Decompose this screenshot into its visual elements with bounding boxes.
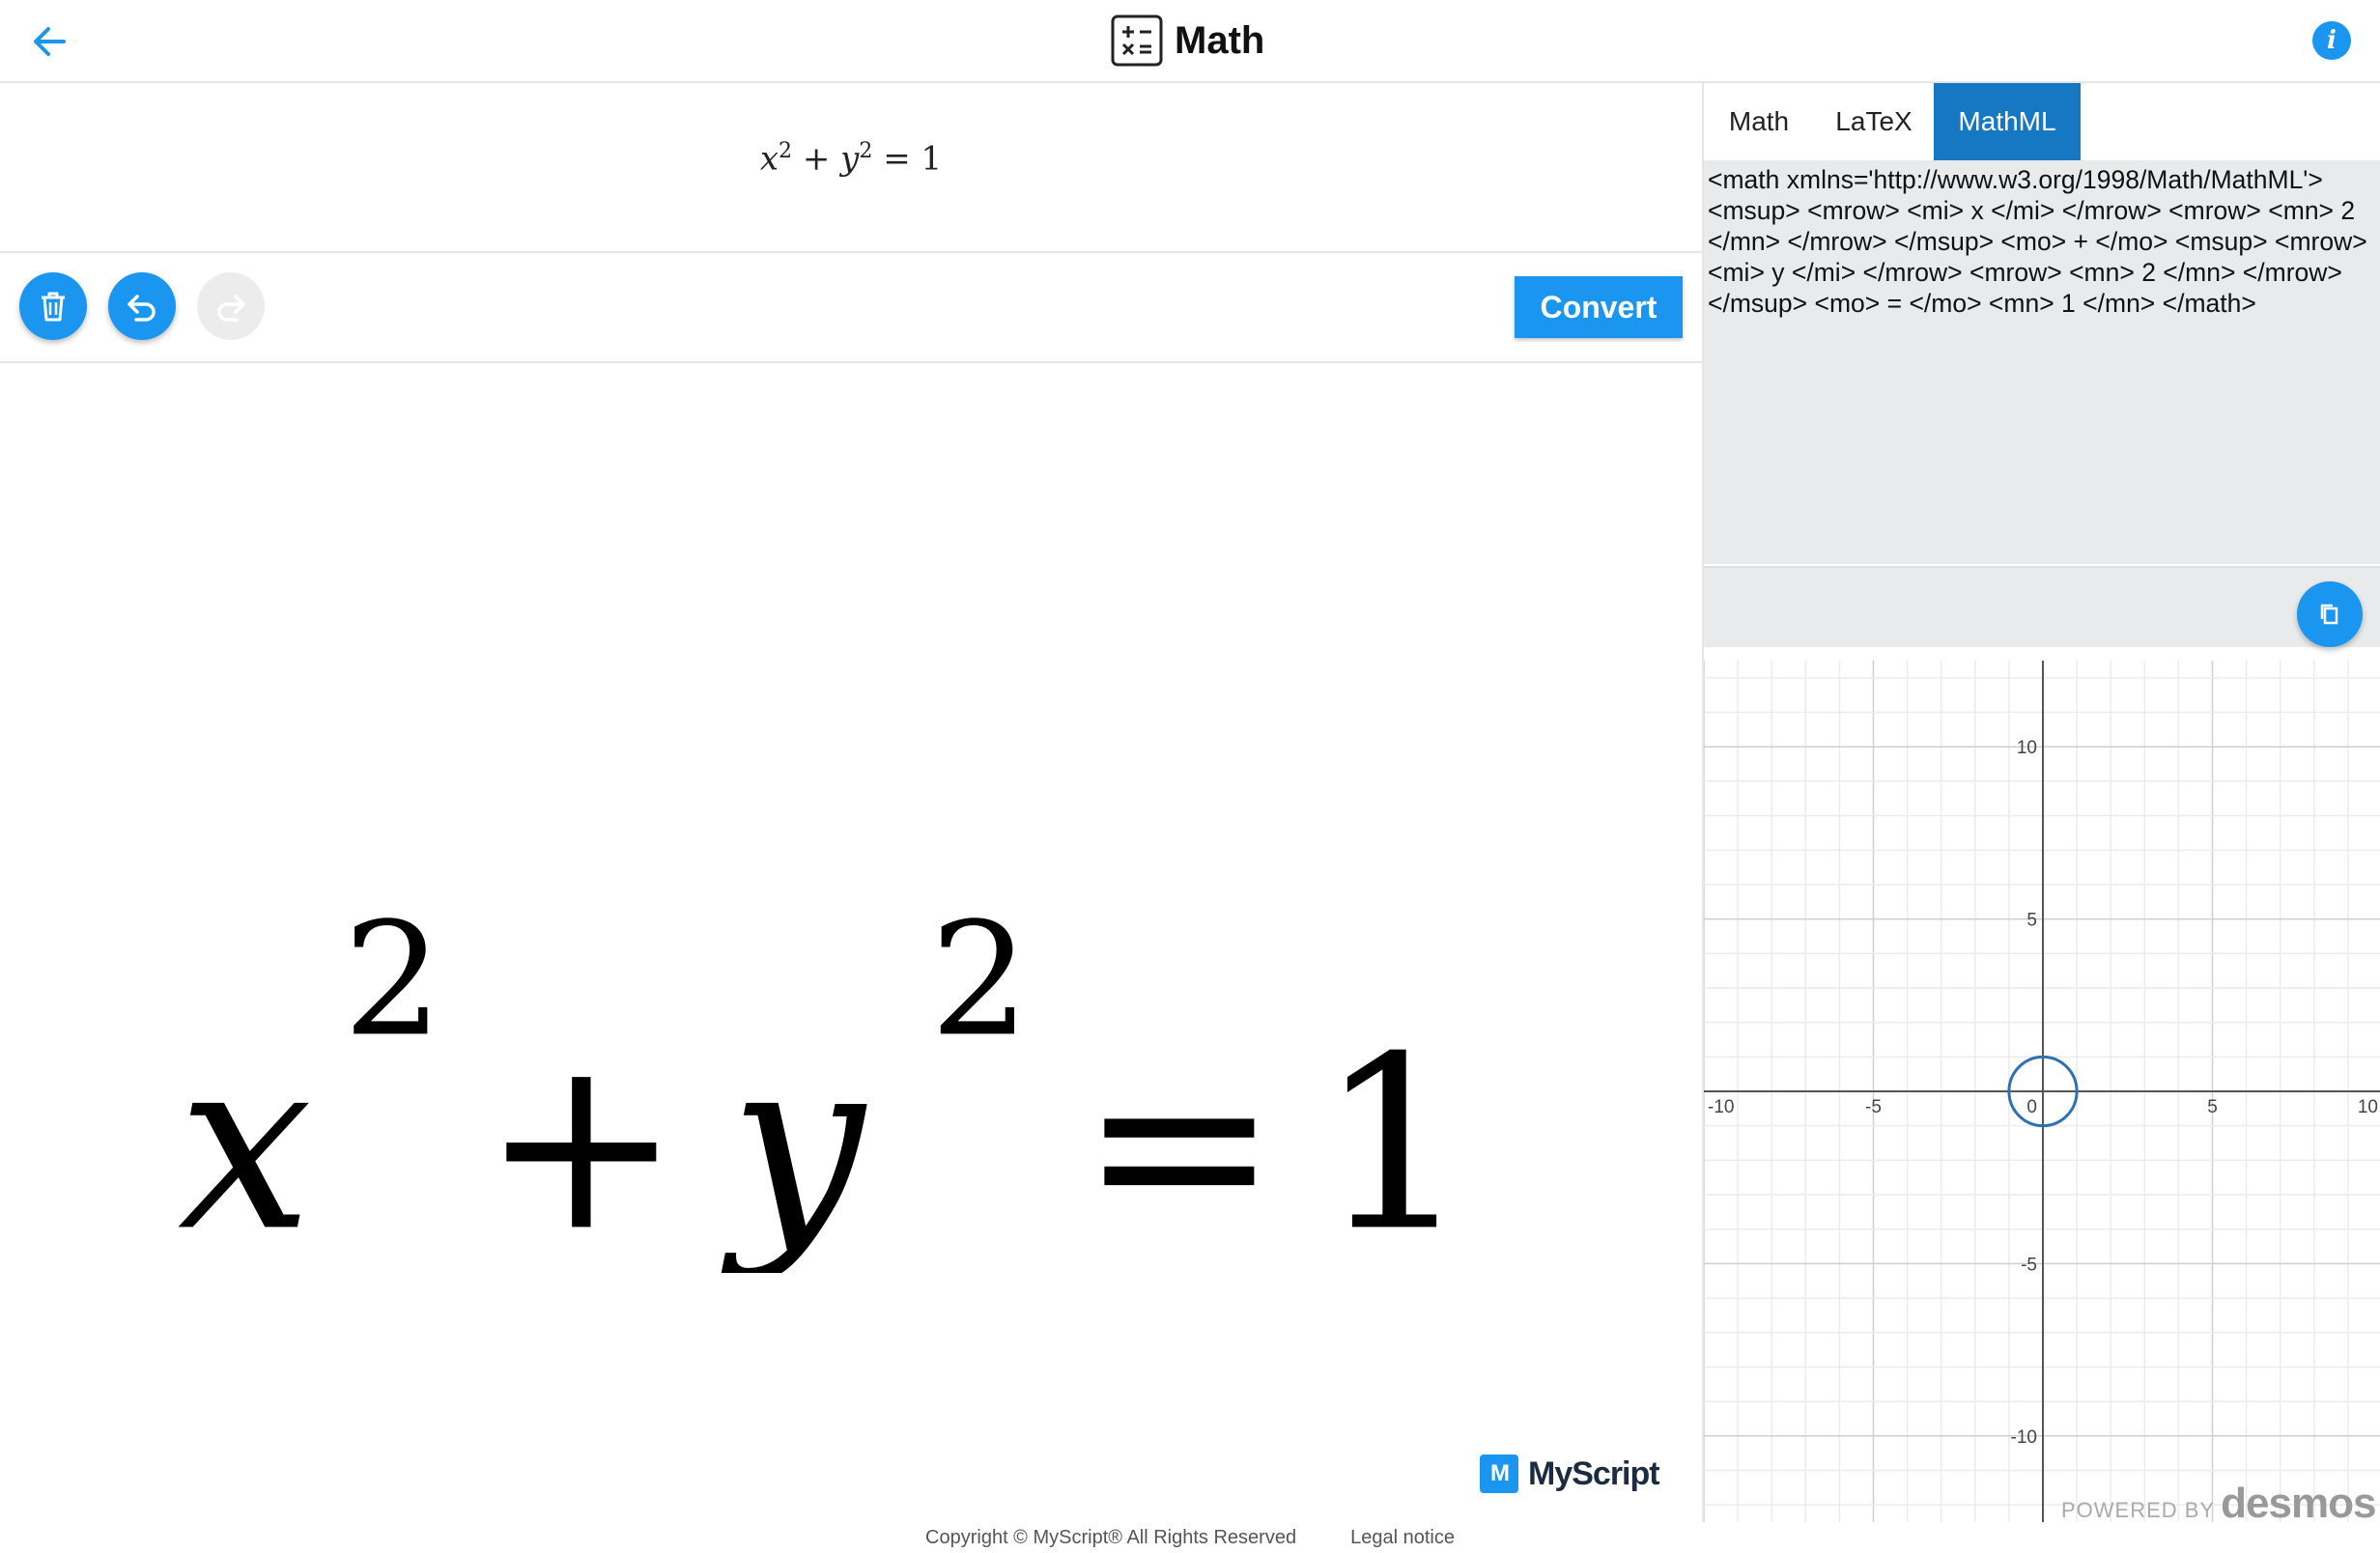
tab-latex[interactable]: LaTeX — [1814, 83, 1934, 160]
arrow-left-icon — [34, 27, 66, 56]
info-button[interactable]: i — [2312, 21, 2351, 60]
copyright-text: Copyright © MyScript® All Rights Reserve… — [925, 1526, 1297, 1548]
handwriting-canvas[interactable]: x 2 + y 2 = 1 — [0, 365, 1702, 1553]
result-preview: x2 + y2 = 1 — [0, 85, 1702, 253]
myscript-logo: M MyScript — [1480, 1453, 1660, 1495]
result-exp-x: 2 — [779, 139, 793, 163]
mathml-code: <math xmlns='http://www.w3.org/1998/Math… — [1708, 165, 2367, 318]
x-tick-label: -5 — [1865, 1097, 1882, 1117]
y-tick-label: 5 — [2026, 911, 2037, 931]
typeset-expression: x 2 + y 2 = 1 — [178, 889, 1471, 1273]
undo-button[interactable] — [108, 272, 176, 340]
canvas-x: x — [178, 1005, 313, 1273]
calculator-icon — [1111, 14, 1163, 67]
clear-button[interactable] — [19, 272, 87, 340]
tab-mathml[interactable]: MathML — [1934, 83, 2081, 160]
y-tick-label: 10 — [2017, 738, 2037, 758]
app-title: Math — [1111, 12, 1264, 70]
canvas-one: 1 — [1318, 1005, 1471, 1273]
code-output[interactable]: <math xmlns='http://www.w3.org/1998/Math… — [1704, 160, 2380, 564]
result-plus: + — [802, 139, 831, 179]
result-one: 1 — [921, 139, 943, 179]
redo-icon — [217, 295, 245, 322]
desmos-powered-label: POWERED BY — [2061, 1498, 2216, 1522]
canvas-equals: = — [1079, 1005, 1279, 1273]
tab-math[interactable]: Math — [1704, 83, 1814, 160]
canvas-exp-y: 2 — [930, 889, 1030, 1071]
info-icon: i — [2327, 26, 2337, 55]
canvas-y: y — [720, 1005, 867, 1273]
result-exp-y: 2 — [859, 139, 873, 163]
undo-icon — [128, 295, 156, 322]
x-tick-label: 10 — [2358, 1097, 2378, 1117]
page-title: Math — [1175, 18, 1265, 62]
code-footer — [1704, 566, 2380, 647]
y-tick-label: -5 — [2021, 1255, 2037, 1275]
result-equals: = — [883, 139, 911, 179]
x-tick-label: 5 — [2207, 1097, 2218, 1117]
result-y: y — [840, 139, 860, 179]
result-expression: x2 + y2 = 1 — [0, 139, 1702, 178]
editor-pane: x2 + y2 = 1 x 2 + y 2 = 1 Convert — [0, 85, 1702, 1522]
result-x: x — [759, 139, 779, 179]
canvas-plus: + — [481, 1005, 681, 1273]
copy-icon — [2320, 604, 2338, 625]
legal-notice-link[interactable]: Legal notice — [1350, 1527, 1455, 1549]
desmos-logo: desmos — [2221, 1480, 2376, 1527]
app-header: Math i — [0, 0, 2380, 83]
desmos-credit: POWERED BY desmos — [2061, 1480, 2376, 1527]
editor-toolbar — [0, 255, 1702, 363]
y-tick-label: -10 — [2011, 1427, 2037, 1448]
myscript-mark-icon: M — [1480, 1454, 1518, 1493]
x-tick-label: 0 — [2026, 1097, 2037, 1117]
redo-button[interactable] — [197, 272, 265, 340]
canvas-exp-x: 2 — [343, 889, 442, 1071]
output-pane: Math LaTeX MathML <math xmlns='http://ww… — [1702, 83, 2380, 1527]
myscript-wordmark: MyScript — [1528, 1454, 1660, 1492]
x-tick-label: -10 — [1708, 1097, 1734, 1117]
page-footer: Copyright © MyScript® All Rights Reserve… — [0, 1522, 2380, 1553]
format-tabs: Math LaTeX MathML — [1704, 83, 2380, 160]
graph-plot[interactable]: -10 -5 0 5 10 10 5 -5 -10 POWERED BY desmos — [1704, 661, 2380, 1527]
trash-icon — [42, 292, 65, 322]
convert-button[interactable]: Convert — [1515, 276, 1683, 338]
graph-canvas: -10 -5 0 5 10 10 5 -5 -10 — [1704, 661, 2380, 1522]
copy-button[interactable] — [2297, 581, 2363, 647]
back-button[interactable] — [27, 19, 71, 64]
